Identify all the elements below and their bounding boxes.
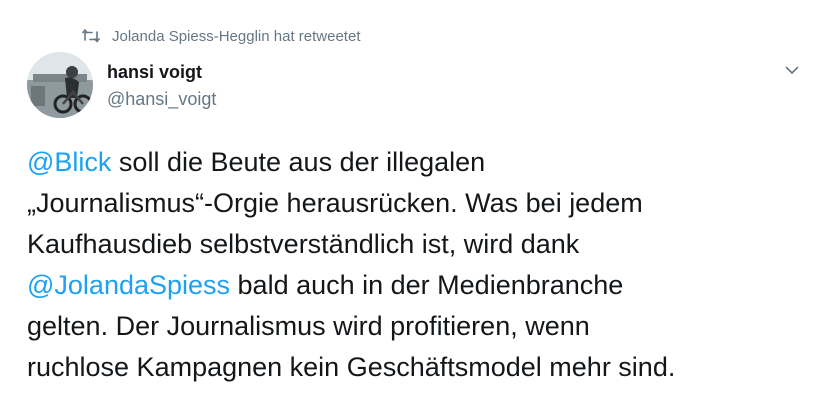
tweet-header: hansi voigt @hansi_voigt	[27, 52, 216, 118]
tweet-line: ruchlose Kampagnen kein Geschäftsmodel m…	[27, 352, 676, 382]
mention-link[interactable]: @Blick	[27, 147, 111, 177]
tweet-line: @JolandaSpiess bald auch in der Medienbr…	[27, 265, 797, 306]
retweet-text: Jolanda Spiess-Hegglin hat retweetet	[112, 27, 361, 45]
tweet-text: @Blick soll die Beute aus der illegalen …	[27, 142, 797, 388]
user-info: hansi voigt @hansi_voigt	[107, 61, 216, 111]
tweet-line-text: soll die Beute aus der illegalen	[111, 147, 486, 177]
tweet-line: „Journalismus“-Orgie herausrücken. Was b…	[27, 188, 643, 218]
avatar[interactable]	[27, 52, 93, 118]
tweet-line: gelten. Der Journalismus wird profitiere…	[27, 311, 590, 341]
tweet-line: @Blick soll die Beute aus der illegalen	[27, 142, 797, 183]
user-handle[interactable]: @hansi_voigt	[107, 87, 216, 111]
retweet-icon	[82, 27, 100, 45]
chevron-down-icon	[785, 62, 799, 80]
mention-link[interactable]: @JolandaSpiess	[27, 270, 230, 300]
tweet-menu-button[interactable]	[782, 61, 802, 81]
tweet-line-text: bald auch in der Medienbranche	[230, 270, 624, 300]
retweet-context[interactable]: Jolanda Spiess-Hegglin hat retweetet	[82, 27, 360, 45]
display-name[interactable]: hansi voigt	[107, 61, 216, 83]
tweet-line: Kaufhausdieb selbstverständlich ist, wir…	[27, 229, 580, 259]
